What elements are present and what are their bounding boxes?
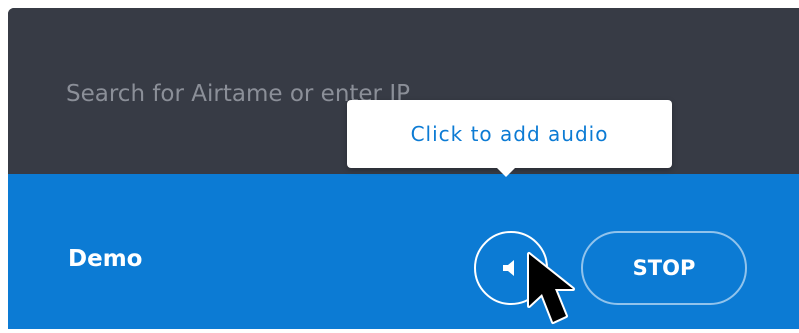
device-name: Demo — [68, 246, 143, 272]
airtame-app-window: Demo STOP — [8, 8, 799, 329]
speaker-icon — [500, 257, 522, 279]
device-row[interactable]: Demo STOP — [8, 174, 799, 329]
add-audio-tooltip: Click to add audio — [347, 100, 672, 168]
add-audio-button[interactable] — [474, 231, 548, 305]
tooltip-arrow — [495, 166, 517, 177]
stop-button[interactable]: STOP — [581, 231, 747, 305]
